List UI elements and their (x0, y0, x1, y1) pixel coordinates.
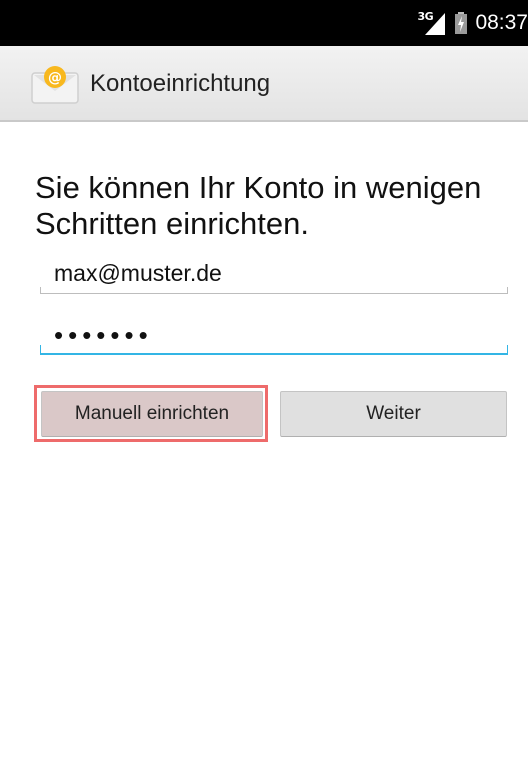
status-bar: 3G 08:37 (0, 0, 528, 46)
next-button[interactable]: Weiter (280, 391, 507, 437)
password-input[interactable] (52, 315, 496, 355)
page-title: Kontoeinrichtung (90, 70, 271, 97)
email-field[interactable] (40, 253, 508, 294)
status-time: 08:37 (475, 11, 528, 34)
setup-headline: Sie können Ihr Konto in wenigen Schritte… (35, 170, 482, 241)
password-field[interactable] (40, 313, 508, 355)
email-app-icon[interactable]: @ (30, 65, 80, 105)
manual-setup-button[interactable]: Manuell einrichten (41, 391, 263, 437)
signal-bars-icon (425, 13, 446, 35)
email-input[interactable] (52, 253, 496, 293)
battery-icon (455, 12, 468, 34)
signal-icon: 3G (417, 9, 447, 37)
action-bar: @ Kontoeinrichtung (0, 46, 528, 122)
svg-text:@: @ (48, 70, 62, 86)
